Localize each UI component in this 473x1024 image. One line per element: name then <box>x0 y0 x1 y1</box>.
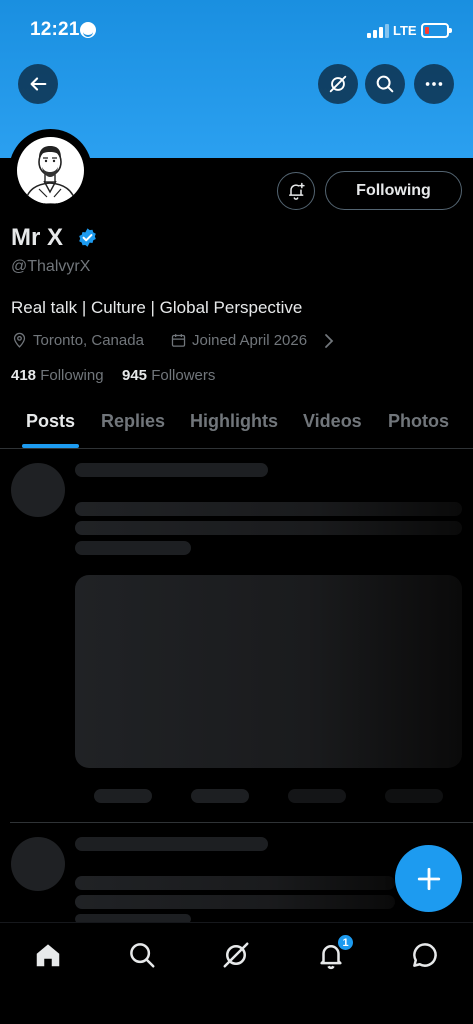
following-button[interactable]: Following <box>325 171 462 210</box>
calendar-icon <box>171 334 186 347</box>
battery-icon <box>421 23 452 38</box>
skeleton-avatar <box>11 463 65 517</box>
plus-icon <box>417 867 440 890</box>
messages-icon <box>413 943 437 967</box>
tab-videos[interactable]: Videos <box>303 411 362 432</box>
tab-posts[interactable]: Posts <box>26 411 75 432</box>
nav-search[interactable] <box>127 940 157 970</box>
followers-stat[interactable]: 945 Followers <box>122 367 215 384</box>
skeleton-line <box>75 463 268 477</box>
home-icon <box>36 944 60 967</box>
status-time: 12:21 <box>30 19 80 40</box>
status-bar: 12:21 LTE <box>0 0 473 60</box>
location-text: Toronto, Canada <box>33 332 144 349</box>
network-type: LTE <box>393 23 417 38</box>
tab-photos[interactable]: Photos <box>388 411 449 432</box>
tab-replies[interactable]: Replies <box>101 411 165 432</box>
skeleton-line <box>75 502 462 516</box>
bell-plus-icon <box>289 182 305 200</box>
skeleton-avatar <box>11 837 65 891</box>
skeleton-action <box>288 789 346 803</box>
profile-joined: Joined April 2026 <box>170 332 307 349</box>
more-button[interactable] <box>414 64 454 104</box>
followers-count: 945 <box>122 367 148 384</box>
profile-name: Mr X <box>11 224 64 251</box>
avatar[interactable] <box>9 129 92 212</box>
nav-grok[interactable] <box>221 940 251 970</box>
skeleton-media <box>75 575 462 768</box>
back-button[interactable] <box>18 64 58 104</box>
skeleton-line <box>75 876 395 890</box>
notifications-subscribe-button[interactable] <box>277 172 315 210</box>
skeleton-line <box>75 521 462 535</box>
following-count: 418 <box>11 367 37 384</box>
chevron-right-icon[interactable] <box>322 333 336 349</box>
avatar-image <box>17 137 84 204</box>
notification-badge: 1 <box>336 933 355 952</box>
tab-highlights[interactable]: Highlights <box>190 411 278 432</box>
profile-handle: @ThalvyrX <box>11 258 91 275</box>
more-icon <box>425 82 443 86</box>
skeleton-action <box>191 789 249 803</box>
back-arrow-icon <box>30 77 47 91</box>
nav-home[interactable] <box>33 940 63 970</box>
search-icon <box>130 943 155 968</box>
bottom-nav: 1 <box>0 922 473 1024</box>
divider <box>10 822 473 823</box>
verified-badge-icon <box>79 228 96 247</box>
skeleton-line <box>75 541 191 555</box>
compose-button[interactable] <box>395 845 462 912</box>
signal-icon <box>367 24 389 38</box>
grok-icon <box>223 942 249 968</box>
grok-button[interactable] <box>318 64 358 104</box>
search-icon <box>376 75 394 93</box>
skeleton-action <box>385 789 443 803</box>
active-tab-indicator <box>22 444 79 448</box>
search-button[interactable] <box>365 64 405 104</box>
profile-tabs: Posts Replies Highlights Videos Photos <box>0 400 473 449</box>
skeleton-line <box>75 895 395 909</box>
nav-messages[interactable] <box>410 940 440 970</box>
grok-icon <box>329 75 347 93</box>
profile-bio: Real talk | Culture | Global Perspective <box>11 298 303 317</box>
joined-text: Joined April 2026 <box>192 332 308 349</box>
following-stat[interactable]: 418 Following <box>11 367 104 384</box>
skeleton-line <box>75 837 268 851</box>
profile-location: Toronto, Canada <box>11 332 144 349</box>
skeleton-action <box>94 789 152 803</box>
smiley-status-icon <box>80 22 96 38</box>
followers-label: Followers <box>151 367 216 384</box>
following-label: Following <box>40 367 104 384</box>
location-pin-icon <box>13 332 26 348</box>
